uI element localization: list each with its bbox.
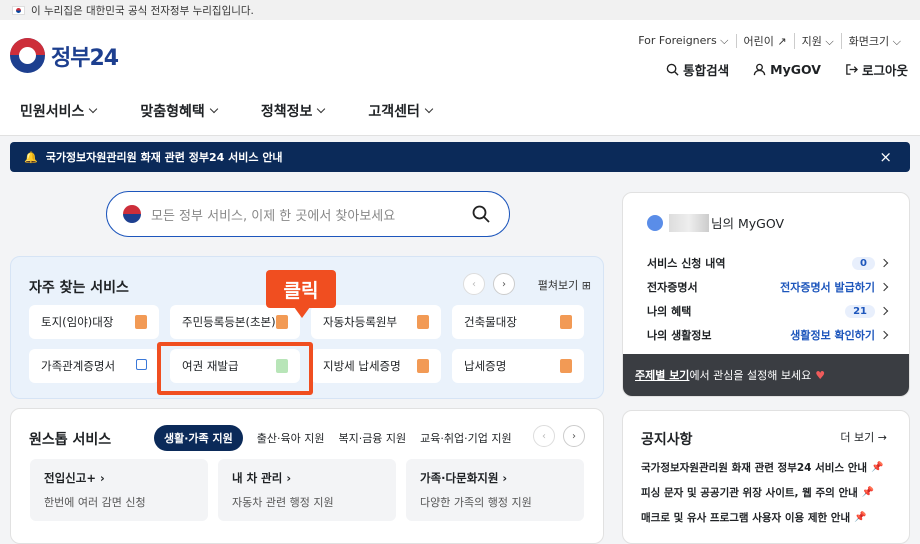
pin-icon: 📌 [854, 512, 867, 523]
notices-title: 공지사항 [641, 432, 693, 448]
onestop-card-move-in[interactable]: 전입신고+ › 한번에 여러 감면 신청 [30, 459, 208, 521]
search-icon [666, 63, 679, 76]
pin-icon: 📌 [871, 462, 884, 473]
nav-customer-center[interactable]: 고객센터 [368, 101, 434, 121]
tab-education-employment[interactable]: 교육·취업·기업 지원 [420, 430, 511, 446]
document-icon [135, 315, 147, 329]
pin-icon: 📌 [861, 487, 875, 498]
service-notice-banner[interactable]: 🔔 국가정보자원관리원 화재 관련 정부24 서비스 안내 × [10, 142, 910, 172]
chevron-down-icon [89, 104, 98, 114]
document-icon [560, 315, 572, 329]
mygov-row-e-certificate[interactable]: 전자증명서 전자증명서 발급하기 [647, 275, 889, 299]
chevron-down-icon [424, 104, 434, 114]
logout-button[interactable]: 로그아웃 [845, 60, 908, 79]
gov-emblem-icon [123, 205, 141, 223]
chevron-down-icon [317, 104, 326, 114]
user-icon [753, 63, 766, 76]
mygov-header: 님의 MyGOV [647, 213, 784, 232]
support-link[interactable]: 지원 ⌵ [795, 33, 842, 49]
nav-custom-benefits[interactable]: 맞춤형혜택 [140, 101, 219, 121]
gov-notice-bar: 이 누리집은 대한민국 공식 전자정부 누리집입니다. [0, 0, 920, 20]
logout-icon [846, 64, 858, 75]
bell-icon: 🔔 [24, 150, 38, 164]
prev-arrow-icon[interactable]: ‹ [463, 273, 485, 295]
service-card-vehicle-register[interactable]: 자동차등록원부 [311, 305, 441, 339]
mygov-panel: 님의 MyGOV 서비스 신청 내역 0 전자증명서 전자증명서 발급하기 나의 혜… [622, 192, 910, 397]
avatar [647, 214, 663, 231]
service-card-resident-register[interactable]: 주민등록등본(초본) [170, 305, 300, 339]
next-arrow-icon[interactable]: › [563, 425, 585, 447]
close-icon[interactable]: × [879, 148, 892, 166]
onestop-title: 원스톱 서비스 [29, 432, 112, 448]
mygov-row-applications[interactable]: 서비스 신청 내역 0 [647, 251, 889, 275]
service-card-family-certificate[interactable]: 가족관계증명서 [29, 349, 159, 383]
heart-icon: ♥ [815, 368, 826, 382]
chevron-right-icon [879, 330, 889, 340]
prev-arrow-icon[interactable]: ‹ [533, 425, 555, 447]
search-input[interactable]: 모든 정부 서비스, 이제 한 곳에서 찾아보세요 [106, 191, 510, 237]
search-placeholder: 모든 정부 서비스, 이제 한 곳에서 찾아보세요 [151, 208, 396, 224]
favorite-services-title: 자주 찾는 서비스 [29, 280, 129, 296]
mygov-row-benefits[interactable]: 나의 혜택 21 [647, 299, 889, 323]
service-notice-text: 국가정보자원관리원 화재 관련 정부24 서비스 안내 [45, 151, 283, 164]
service-card-local-tax-certificate[interactable]: 지방세 납세증명 [311, 349, 441, 383]
korea-flag-icon [12, 5, 25, 15]
utility-links: For Foreigners ⌵ 어린이 ↗ 지원 ⌵ 화면크기 ⌵ [631, 33, 908, 49]
onestop-card-family-support[interactable]: 가족·다문화지원 › 다양한 가족의 행정 지원 [406, 459, 584, 521]
document-icon [417, 359, 429, 373]
document-icon [276, 315, 288, 329]
onestop-services-panel: 원스톱 서비스 생활·가족 지원 출산·육아 지원 복지·금융 지원 교육·취업… [10, 408, 604, 544]
mygov-button[interactable]: MyGOV [753, 62, 821, 77]
nav-civil-services[interactable]: 민원서비스 [20, 101, 98, 121]
for-foreigners-link[interactable]: For Foreigners ⌵ [631, 34, 737, 48]
logo[interactable]: 정부24 [10, 38, 119, 73]
service-card-tax-certificate[interactable]: 납세증명 [452, 349, 584, 383]
next-arrow-icon[interactable]: › [493, 273, 515, 295]
header: 정부24 For Foreigners ⌵ 어린이 ↗ 지원 ⌵ 화면크기 ⌵ … [0, 20, 920, 86]
chevron-right-icon [879, 258, 889, 268]
nav-policy-info[interactable]: 정책정보 [261, 101, 326, 121]
notices-more-link[interactable]: 더 보기 → [840, 429, 887, 445]
click-callout: 클릭 [266, 270, 336, 318]
topic-view-link[interactable]: 주제별 보기 [635, 367, 689, 383]
onestop-card-my-car[interactable]: 내 차 관리 › 자동차 관련 행정 지원 [218, 459, 396, 521]
gov-notice-text: 이 누리집은 대한민국 공식 전자정부 누리집입니다. [31, 4, 254, 17]
main-nav: 민원서비스 맞춤형혜택 정책정보 고객센터 [0, 86, 920, 136]
tab-welfare-finance[interactable]: 복지·금융 지원 [338, 430, 406, 446]
chevron-down-icon [209, 104, 219, 114]
header-actions: 통합검색 MyGOV 로그아웃 [666, 60, 908, 79]
integrated-search-button[interactable]: 통합검색 [666, 60, 729, 79]
kids-link[interactable]: 어린이 ↗ [737, 33, 795, 49]
tab-birth-childcare[interactable]: 출산·육아 지원 [257, 430, 325, 446]
mygov-interest-footer[interactable]: 주제별 보기 에서 관심을 설정해 보세요 ♥ [623, 354, 909, 396]
notices-panel: 공지사항 더 보기 → 국가정보자원관리원 화재 관련 정부24 서비스 안내 📌… [622, 410, 910, 544]
blurred-username [669, 213, 709, 232]
document-icon [560, 359, 572, 373]
search-icon[interactable] [471, 204, 491, 224]
notice-item[interactable]: 국가정보자원관리원 화재 관련 정부24 서비스 안내 📌 [641, 455, 901, 480]
click-highlight-box [157, 342, 313, 395]
service-card-land-ledger[interactable]: 토지(임야)대장 [29, 305, 159, 339]
external-link-icon [136, 359, 147, 370]
tab-life-family[interactable]: 생활·가족 지원 [154, 425, 243, 451]
notice-item[interactable]: 피싱 문자 및 공공기관 위장 사이트, 웹 주의 안내 📌 [641, 480, 901, 505]
expand-button[interactable]: 펼쳐보기 ⊞ [538, 277, 591, 293]
service-card-building-ledger[interactable]: 건축물대장 [452, 305, 584, 339]
logo-text: 정부24 [51, 45, 119, 71]
mygov-row-life-info[interactable]: 나의 생활정보 생활정보 확인하기 [647, 323, 889, 347]
notice-item[interactable]: 매크로 및 유사 프로그램 사용자 이용 제한 안내 📌 [641, 505, 901, 530]
chevron-right-icon [879, 282, 889, 292]
chevron-right-icon [879, 306, 889, 316]
logo-emblem-icon [10, 38, 45, 73]
document-icon [417, 315, 429, 329]
screen-size-link[interactable]: 화면크기 ⌵ [842, 33, 908, 49]
